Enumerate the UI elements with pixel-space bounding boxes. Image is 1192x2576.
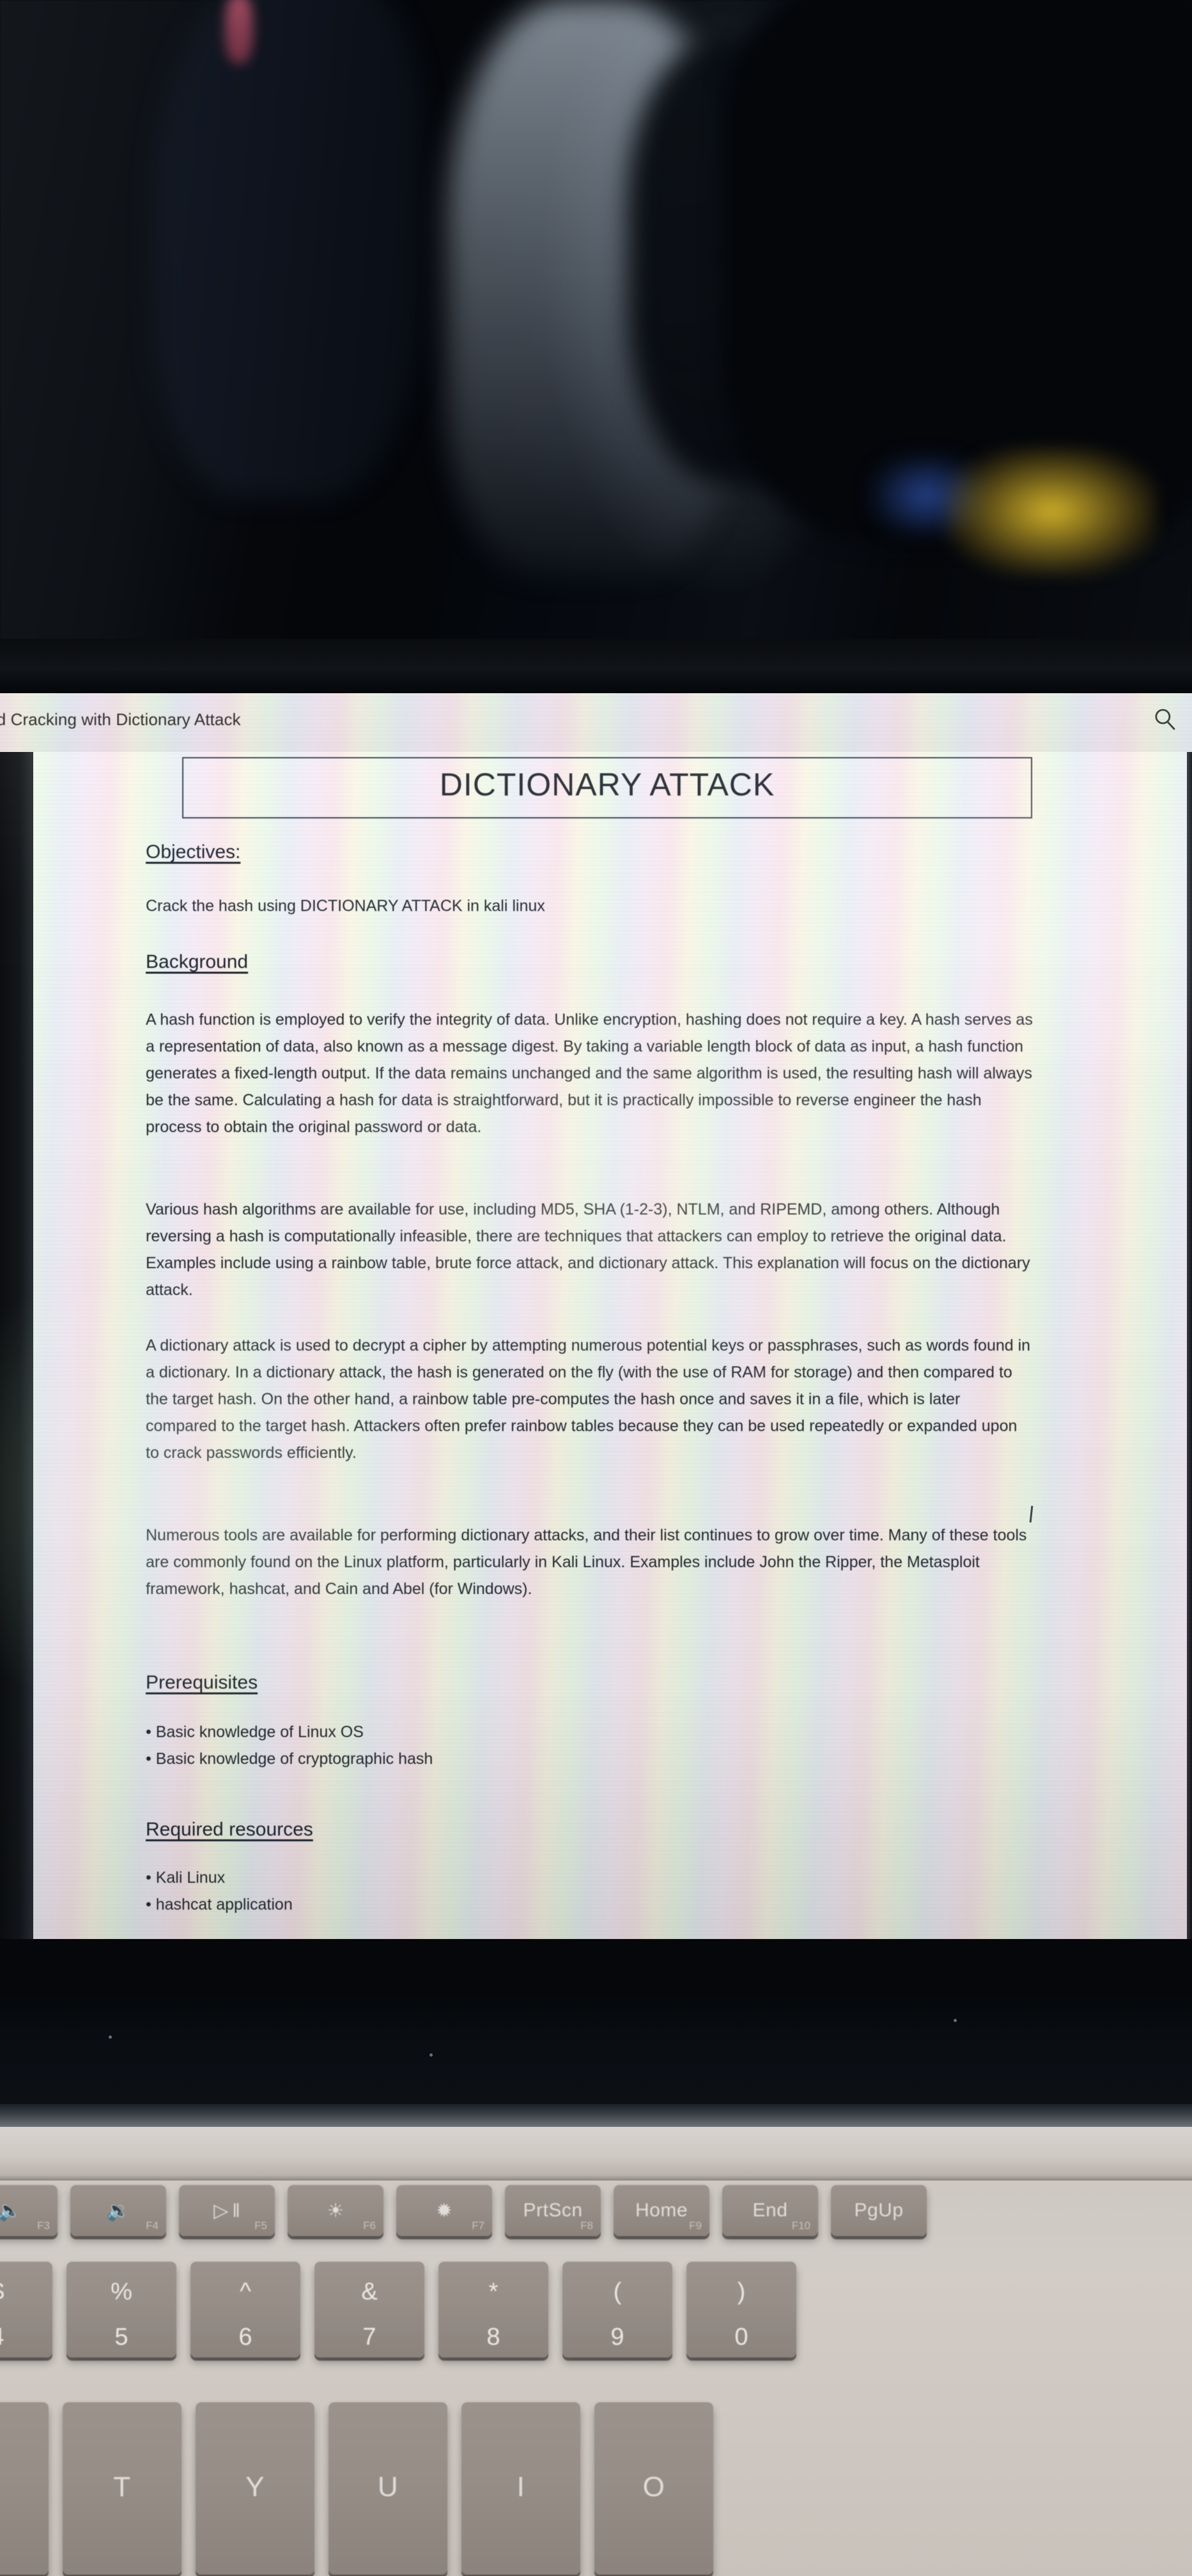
key-fn-label: F9 [689, 2220, 702, 2232]
key-play-pause[interactable]: ▷ ‖ F5 [179, 2185, 275, 2236]
key-fn-label: F6 [363, 2220, 376, 2232]
key-base-char: 7 [362, 2324, 376, 2350]
key-pgup[interactable]: PgUp [831, 2185, 927, 2236]
key-base-char: 6 [238, 2324, 252, 2350]
background-heading: Background [146, 951, 249, 972]
key-i[interactable]: I [461, 2402, 580, 2575]
key-7[interactable]: & 7 [314, 2262, 424, 2358]
key-fn-label: F8 [580, 2220, 593, 2232]
objectives-text: Crack the hash using DICTIONARY ATTACK i… [146, 897, 545, 915]
key-base-char: 4 [0, 2324, 4, 2351]
key-fn-label: F3 [37, 2220, 50, 2232]
key-label: U [377, 2471, 399, 2503]
laptop-screen: rd Cracking with Dictionary Attack ˅ ˅ D… [0, 693, 1192, 1939]
deck-top-band [0, 2127, 1192, 2181]
key-fn-label: F4 [146, 2220, 159, 2232]
key-home[interactable]: Home F9 [614, 2185, 709, 2236]
background-paragraph-4: Numerous tools are available for perform… [146, 1526, 1027, 1598]
key-speaker-volume[interactable]: 🔉 F4 [70, 2185, 166, 2236]
key-label: End [752, 2200, 788, 2221]
bezel-speck-1 [109, 2035, 112, 2039]
page-title: DICTIONARY ATTACK [439, 767, 775, 802]
key-5[interactable]: % 5 [66, 2262, 176, 2358]
reflection-figure-left [153, 0, 422, 498]
bezel-speck-2 [430, 2053, 433, 2057]
key-brightness-up[interactable]: ✹ F7 [396, 2185, 492, 2236]
text-cursor [1029, 1505, 1033, 1523]
key-fn-label: F7 [472, 2220, 484, 2232]
key-t[interactable]: T [63, 2402, 182, 2575]
prerequisites-item-1: • Basic knowledge of cryptographic hash [146, 1750, 433, 1768]
speaker-mute-icon: 🔈 [0, 2200, 22, 2221]
laptop-top-bezel [0, 639, 1192, 693]
prerequisites-heading: Prerequisites [146, 1672, 258, 1693]
brightness-down-icon: ☀ [327, 2200, 344, 2221]
key-o[interactable]: O [594, 2402, 713, 2575]
bezel-speck-3 [954, 2019, 957, 2022]
key-u[interactable]: U [329, 2402, 447, 2575]
key-label: Y [245, 2471, 265, 2503]
page-left-shadow [0, 752, 33, 1939]
key-shift-char: ^ [240, 2278, 251, 2305]
key-label: PgUp [854, 2200, 904, 2221]
brightness-up-icon: ✹ [436, 2200, 453, 2221]
laptop-photo: rd Cracking with Dictionary Attack ˅ ˅ D… [0, 0, 1192, 2576]
key-label: O [642, 2471, 665, 2503]
page-right-shadow [1187, 752, 1192, 1939]
required-resources-item-1: • hashcat application [146, 1896, 293, 1913]
key-brightness-down[interactable]: ☀ F6 [288, 2185, 383, 2236]
key-4[interactable]: $4 [0, 2262, 52, 2358]
reflection-tie [225, 0, 253, 64]
key-shift-char: & [361, 2278, 378, 2305]
key-y[interactable]: Y [196, 2402, 314, 2575]
key-9[interactable]: (9 [562, 2262, 672, 2358]
key-base-char: 5 [114, 2324, 128, 2350]
keyboard-number-row: $4%5^6&7*8(9)0 [0, 2262, 1192, 2364]
key-label: Home [635, 2200, 688, 2221]
ghost-char-2: ˅ [789, 752, 801, 758]
key-label: T [113, 2471, 131, 2503]
key-shift-char: $ [0, 2278, 4, 2306]
key-speaker-mute[interactable]: 🔈 F3 [0, 2185, 58, 2236]
key-fn-label: F5 [254, 2220, 267, 2232]
laptop-bottom-bezel [0, 1992, 1192, 2104]
required-resources-item-0: • Kali Linux [146, 1869, 226, 1887]
key-label: PrtScn [523, 2200, 583, 2221]
keyboard-letter-row: RTYUIO [0, 2402, 1192, 2576]
key-fn-label: F10 [791, 2220, 810, 2232]
play-pause-icon: ▷ ‖ [213, 2200, 240, 2221]
key-base-char: 0 [734, 2324, 748, 2350]
key-prtscn[interactable]: PrtScn F8 [505, 2185, 601, 2236]
reflection-yellow-object [946, 447, 1157, 575]
key-end[interactable]: End F10 [722, 2185, 818, 2236]
key-shift-char: % [111, 2278, 132, 2305]
search-magnifier-icon[interactable] [1151, 706, 1178, 733]
keyboard-function-row: 🔈 F3 🔉 F4 ▷ ‖ F5 ☀ F6 ✹ F7 PrtScn F8 Home F9 End F10 PgU… [0, 2185, 1192, 2239]
key-shift-char: ) [737, 2278, 746, 2305]
key-r[interactable]: R [0, 2402, 49, 2575]
key-label: I [516, 2471, 525, 2503]
key-8[interactable]: * 8 [438, 2262, 548, 2358]
background-paragraph-3: A dictionary attack is used to decrypt a… [146, 1337, 1031, 1462]
background-paragraph-1: A hash function is employed to verify th… [146, 1011, 1033, 1136]
window-title: rd Cracking with Dictionary Attack [0, 710, 241, 729]
key-shift-char: ( [613, 2278, 622, 2305]
speaker-volume-icon: 🔉 [106, 2200, 130, 2221]
required-resources-heading: Required resources [146, 1819, 313, 1840]
prerequisites-item-0: • Basic knowledge of Linux OS [146, 1723, 364, 1741]
key-6[interactable]: ^ 6 [190, 2262, 300, 2358]
key-base-char: 9 [610, 2324, 624, 2350]
document-page[interactable]: ˅ ˅ DICTIONARY ATTACK Objectives: Crack … [0, 752, 1192, 1939]
background-paragraph-2: Various hash algorithms are available fo… [146, 1200, 1030, 1299]
key-base-char: 8 [486, 2324, 500, 2350]
word-title-bar: rd Cracking with Dictionary Attack [0, 693, 1192, 752]
ghost-char-1: ˅ [665, 752, 676, 758]
laptop-hinge [0, 2104, 1192, 2127]
key-0[interactable]: ) 0 [686, 2262, 796, 2358]
screen-reflection-background [0, 0, 1192, 640]
key-shift-char: * [488, 2278, 499, 2305]
objectives-heading: Objectives: [146, 841, 241, 862]
